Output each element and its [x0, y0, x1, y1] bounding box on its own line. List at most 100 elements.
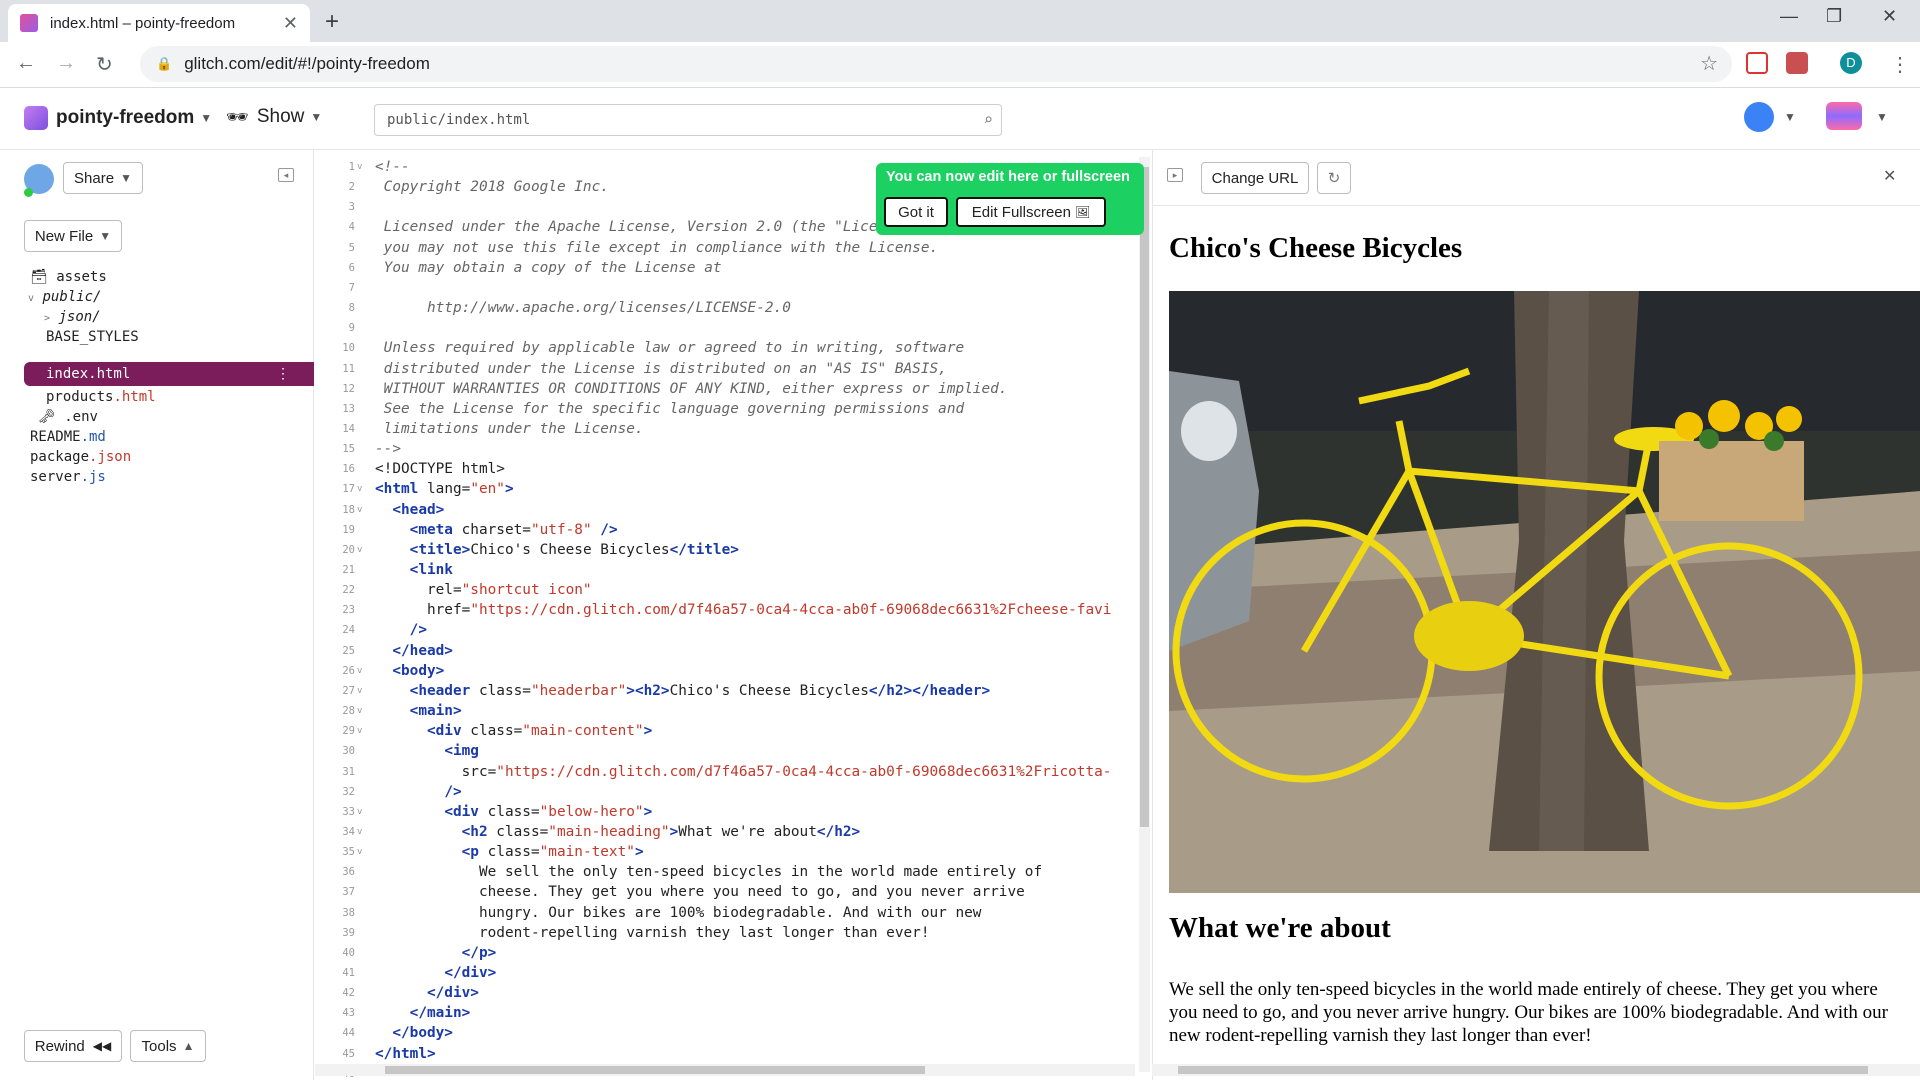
file-server-js[interactable]: server.js	[30, 466, 106, 488]
code-line[interactable]: 19 <meta charset="utf-8" />	[315, 520, 1150, 540]
minimize-icon[interactable]: —	[1780, 6, 1798, 27]
editor-horizontal-scrollbar[interactable]	[315, 1064, 1135, 1076]
fold-chevron-icon[interactable]: v	[357, 721, 362, 741]
code-line[interactable]: 22 rel="shortcut icon"	[315, 580, 1150, 600]
preview-toggle-icon[interactable]: ▸	[1167, 168, 1183, 182]
code-line[interactable]: 12 WITHOUT WARRANTIES OR CONDITIONS OF A…	[315, 379, 1150, 399]
folder-public[interactable]: v public/	[28, 286, 101, 308]
code-line[interactable]: 29 v <div class="main-content">	[315, 721, 1150, 741]
profile-avatar[interactable]: D	[1840, 52, 1862, 74]
code-line[interactable]: 16 <!DOCTYPE html>	[315, 459, 1150, 479]
code-editor[interactable]: 1 v <!-- 2 Copyright 2018 Google Inc. 3 4 Lic…	[315, 150, 1150, 1080]
fold-chevron-icon[interactable]: v	[357, 500, 362, 520]
chevron-down-icon[interactable]: ▼	[1784, 110, 1796, 124]
fold-chevron-icon[interactable]: v	[357, 157, 362, 177]
new-tab-button[interactable]: +	[325, 8, 339, 36]
editor-vertical-scrollbar[interactable]	[1139, 157, 1150, 1072]
pocket-extension-icon[interactable]	[1746, 52, 1768, 74]
code-line[interactable]: 35 v <p class="main-text">	[315, 842, 1150, 862]
back-arrow-icon[interactable]: ←	[16, 52, 36, 75]
file-products-html[interactable]: products.html	[46, 386, 156, 408]
file-package-json[interactable]: package.json	[30, 446, 131, 468]
glitch-logo[interactable]	[1826, 102, 1862, 130]
new-file-button[interactable]: New File ▼	[24, 220, 122, 252]
code-line[interactable]: 38 hungry. Our bikes are 100% biodegrada…	[315, 903, 1150, 923]
tab-close-icon[interactable]: ✕	[283, 13, 298, 34]
fold-chevron-icon[interactable]: v	[357, 479, 362, 499]
project-menu[interactable]: pointy-freedom ▼	[24, 106, 212, 130]
code-line[interactable]: 8 http://www.apache.org/licenses/LICENSE…	[315, 298, 1150, 318]
edit-fullscreen-button[interactable]: Edit Fullscreen 🖼	[956, 197, 1106, 227]
code-line[interactable]: 24 />	[315, 620, 1150, 640]
scrollbar-thumb[interactable]	[1178, 1066, 1868, 1074]
code-line[interactable]: 27 v <header class="headerbar"><h2>Chico'…	[315, 681, 1150, 701]
fold-chevron-icon[interactable]: v	[357, 701, 362, 721]
preview-horizontal-scrollbar[interactable]	[1152, 1064, 1920, 1076]
file-search-input[interactable]: public/index.html ⌕	[374, 104, 1002, 136]
window-close-icon[interactable]: ✕	[1882, 6, 1897, 27]
code-line[interactable]: 33 v <div class="below-hero">	[315, 802, 1150, 822]
bookmark-star-icon[interactable]: ☆	[1700, 51, 1718, 76]
code-line[interactable]: 7	[315, 278, 1150, 298]
code-line[interactable]: 20 v <title>Chico's Cheese Bicycles</titl…	[315, 540, 1150, 560]
change-url-button[interactable]: Change URL	[1201, 162, 1309, 194]
code-line[interactable]: 31 src="https://cdn.glitch.com/d7f46a57-…	[315, 762, 1150, 782]
code-line[interactable]: 37 cheese. They get you where you need t…	[315, 882, 1150, 902]
browser-tab[interactable]: index.html – pointy-freedom ✕	[8, 4, 310, 42]
reload-icon[interactable]: ↻	[96, 52, 113, 77]
code-line[interactable]: 18 v <head>	[315, 500, 1150, 520]
code-line[interactable]: 41 </div>	[315, 963, 1150, 983]
scrollbar-thumb[interactable]	[1140, 167, 1149, 827]
code-line[interactable]: 40 </p>	[315, 943, 1150, 963]
got-it-button[interactable]: Got it	[884, 197, 948, 227]
folder-json[interactable]: > json/	[44, 306, 101, 328]
code-line[interactable]: 11 distributed under the License is dist…	[315, 359, 1150, 379]
chevron-down-icon[interactable]: ▼	[1876, 110, 1888, 124]
code-line[interactable]: 17 v <html lang="en">	[315, 479, 1150, 499]
code-line[interactable]: 39 rodent-repelling varnish they last lo…	[315, 923, 1150, 943]
code-line[interactable]: 32 />	[315, 782, 1150, 802]
file-options-icon[interactable]: ⋮	[276, 362, 290, 386]
code-line[interactable]: 5 you may not use this file except in co…	[315, 238, 1150, 258]
file-readme[interactable]: README.md	[30, 426, 106, 448]
code-line[interactable]: 28 v <main>	[315, 701, 1150, 721]
folder-assets[interactable]: 🗃 assets	[30, 266, 107, 288]
pdf-extension-icon[interactable]	[1786, 52, 1808, 74]
forward-arrow-icon[interactable]: →	[56, 52, 76, 75]
file-index-html-selected[interactable]: index.html ⋮	[24, 362, 314, 386]
code-line[interactable]: 13 See the License for the specific lang…	[315, 399, 1150, 419]
code-line[interactable]: 43 </main>	[315, 1003, 1150, 1023]
user-avatar[interactable]	[1744, 102, 1774, 132]
fold-chevron-icon[interactable]: v	[357, 802, 362, 822]
code-line[interactable]: 45 </html>	[315, 1044, 1150, 1064]
restore-icon[interactable]: ❐	[1826, 6, 1842, 27]
code-line[interactable]: 42 </div>	[315, 983, 1150, 1003]
code-line[interactable]: 36 We sell the only ten-speed bicycles i…	[315, 862, 1150, 882]
code-line[interactable]: 30 <img	[315, 741, 1150, 761]
code-line[interactable]: 6 You may obtain a copy of the License a…	[315, 258, 1150, 278]
code-line[interactable]: 15 -->	[315, 439, 1150, 459]
close-preview-icon[interactable]: ✕	[1883, 166, 1896, 186]
rewind-button[interactable]: Rewind ◀◀	[24, 1030, 122, 1062]
browser-menu-icon[interactable]: ⋮	[1890, 52, 1910, 77]
code-line[interactable]: 23 href="https://cdn.glitch.com/d7f46a57…	[315, 600, 1150, 620]
refresh-preview-button[interactable]: ↻	[1317, 162, 1351, 194]
address-bar[interactable]: 🔒 glitch.com/edit/#!/pointy-freedom ☆	[140, 46, 1732, 82]
tools-button[interactable]: Tools ▲	[130, 1030, 206, 1062]
show-button[interactable]: 🕶 Show ▼	[226, 106, 322, 128]
code-line[interactable]: 25 </head>	[315, 641, 1150, 661]
code-line[interactable]: 44 </body>	[315, 1023, 1150, 1043]
scrollbar-thumb[interactable]	[385, 1066, 925, 1074]
share-button[interactable]: Share ▼	[63, 162, 143, 194]
code-line[interactable]: 34 v <h2 class="main-heading">What we're …	[315, 822, 1150, 842]
code-line[interactable]: 9	[315, 318, 1150, 338]
fold-chevron-icon[interactable]: v	[357, 842, 362, 862]
fold-chevron-icon[interactable]: v	[357, 822, 362, 842]
fold-chevron-icon[interactable]: v	[357, 540, 362, 560]
file-env[interactable]: 🗝 .env	[38, 406, 98, 428]
file-base-styles[interactable]: BASE_STYLES	[46, 326, 139, 348]
fold-chevron-icon[interactable]: v	[357, 661, 362, 681]
code-line[interactable]: 10 Unless required by applicable law or …	[315, 338, 1150, 358]
code-line[interactable]: 14 limitations under the License.	[315, 419, 1150, 439]
fold-chevron-icon[interactable]: v	[357, 681, 362, 701]
